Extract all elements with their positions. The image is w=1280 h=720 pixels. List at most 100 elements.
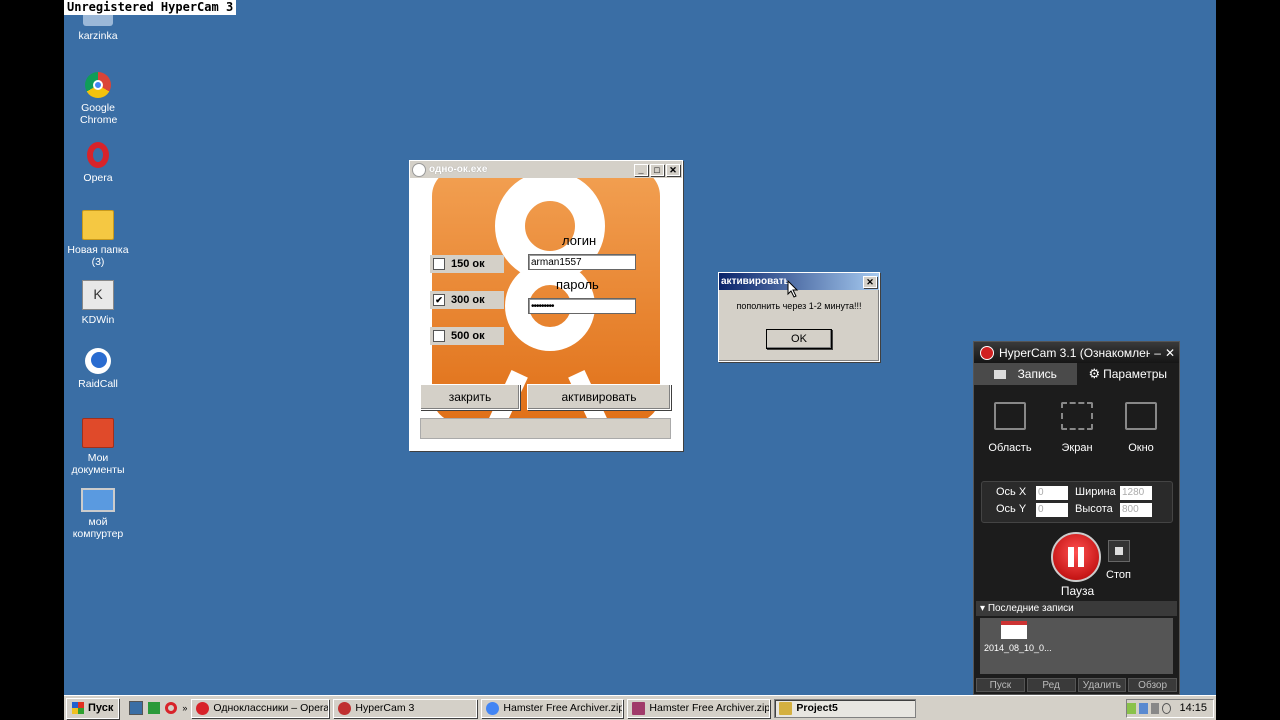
mode-label: Область xyxy=(988,442,1032,454)
activate-button[interactable]: активировать xyxy=(527,384,671,410)
desktop-icon-label: мой компуртер xyxy=(72,516,124,540)
stop-button[interactable] xyxy=(1108,540,1130,562)
option-150[interactable]: 150 ок xyxy=(430,255,504,273)
ok-window-title: одно-ок.exe xyxy=(429,164,488,175)
windows-logo-icon xyxy=(72,702,84,714)
progress-bar xyxy=(420,418,671,439)
taskbar-button-label: HyperCam 3 xyxy=(355,702,415,714)
folder-icon xyxy=(82,210,114,240)
start-button[interactable]: Пуск xyxy=(66,697,120,719)
pause-icon-bar xyxy=(1078,547,1084,567)
opera-quicklaunch-icon[interactable] xyxy=(165,702,178,714)
desktop-icon-raidcall[interactable]: RaidCall xyxy=(64,348,133,390)
mode-label: Экран xyxy=(1061,442,1093,454)
area-mode-icon xyxy=(994,402,1026,430)
tray-volume-icon[interactable] xyxy=(1150,702,1160,714)
show-desktop-icon[interactable] xyxy=(129,701,144,715)
footer-browse-button[interactable]: Обзор xyxy=(1128,678,1177,692)
footer-edit-button[interactable]: Ред xyxy=(1026,678,1076,692)
recent-list: 2014_08_10_0... xyxy=(980,618,1173,674)
close-button[interactable]: ✕ xyxy=(666,163,680,176)
taskbar-button-label: Одноклассники – Opera xyxy=(213,702,330,714)
tab-params[interactable]: ⚙ Параметры xyxy=(1077,363,1180,385)
chevron-right-icon[interactable]: » xyxy=(182,703,187,713)
taskbar-button-hypercam[interactable]: HyperCam 3 xyxy=(333,698,478,718)
dialog-close-button[interactable]: ✕ xyxy=(863,275,877,288)
axis-x-input[interactable]: 0 xyxy=(1036,486,1068,500)
pause-button[interactable] xyxy=(1051,532,1101,582)
password-field[interactable]: ••••••••• xyxy=(528,298,636,314)
recent-file-thumbnail[interactable] xyxy=(1001,621,1027,639)
checkbox-checked[interactable]: ✔ xyxy=(433,294,445,306)
axis-y-input[interactable]: 0 xyxy=(1036,503,1068,517)
dialog-ok-button[interactable]: OK xyxy=(766,329,832,349)
close-app-button[interactable]: закрить xyxy=(420,384,520,410)
chrome-icon xyxy=(486,701,500,715)
desktop-icon-new-folder[interactable]: Новая папка (3) xyxy=(64,210,133,268)
option-300[interactable]: ✔ 300 ок xyxy=(430,291,504,309)
mode-screen[interactable]: Экран xyxy=(1049,402,1105,454)
mode-label: Окно xyxy=(1128,442,1154,454)
right-black-bar xyxy=(1216,0,1280,720)
desktop-icon-my-computer[interactable]: мой компуртер xyxy=(64,488,133,540)
desktop-icon-kdwin[interactable]: K KDWin xyxy=(64,280,133,326)
ok-title-bar[interactable]: одно-ок.exe _ □ ✕ xyxy=(410,161,682,178)
kdwin-icon: K xyxy=(82,280,114,310)
hypercam-title-bar[interactable]: HyperCam 3.1 (Ознакомлен – ✕ xyxy=(974,342,1179,363)
footer-start-button[interactable]: Пуск xyxy=(976,678,1025,692)
maximize-button[interactable]: □ xyxy=(650,163,664,176)
option-label: 300 ок xyxy=(451,294,485,306)
checkbox[interactable] xyxy=(433,258,445,270)
height-label: Высота xyxy=(1075,503,1113,515)
axis-y-label: Ось Y xyxy=(996,503,1027,515)
tab-record[interactable]: Запись xyxy=(974,363,1077,385)
hypercam-icon xyxy=(338,701,352,715)
width-label: Ширина xyxy=(1075,486,1116,498)
desktop-icon-label: karzinka xyxy=(78,30,118,42)
mode-window[interactable]: Окно xyxy=(1113,402,1169,454)
dialog-title-bar[interactable]: активировать ✕ xyxy=(719,273,879,290)
minimize-button[interactable]: _ xyxy=(634,163,648,176)
desktop-icon-chrome[interactable]: Google Chrome xyxy=(64,72,133,126)
tray-network-icon[interactable] xyxy=(1138,702,1148,714)
start-label: Пуск xyxy=(88,702,114,714)
tab-label: Запись xyxy=(1017,367,1057,381)
ok-app-content: одно-ок.exe _ □ ✕ логин arman1557 пароль… xyxy=(410,161,682,450)
footer-delete-button[interactable]: Удалить xyxy=(1077,678,1127,692)
tray-app-icon[interactable] xyxy=(1127,702,1136,714)
checkbox[interactable] xyxy=(433,330,445,342)
desktop-icon-opera[interactable]: Opera xyxy=(64,142,133,184)
taskbar-button-opera[interactable]: Одноклассники – Opera xyxy=(191,698,330,718)
mode-area[interactable]: Область xyxy=(982,402,1038,454)
taskbar-button-archiver[interactable]: Hamster Free Archiver.zip... xyxy=(627,698,771,718)
stop-label: Стоп xyxy=(1106,569,1131,581)
stop-icon xyxy=(1115,547,1123,555)
hypercam-tabs: Запись ⚙ Параметры xyxy=(974,363,1179,385)
recent-file-name[interactable]: 2014_08_10_0... xyxy=(984,643,1052,653)
close-icon[interactable]: ✕ xyxy=(1165,346,1175,360)
screen-mode-icon xyxy=(1061,402,1093,430)
taskbar-button-chrome[interactable]: Hamster Free Archiver.zip... xyxy=(481,698,624,718)
clock[interactable]: 14:15 xyxy=(1179,702,1207,714)
taskbar-button-project5[interactable]: Project5 xyxy=(774,698,917,718)
tray-clock-icon[interactable] xyxy=(1162,702,1172,714)
ok-app-window: одно-ок.exe _ □ ✕ логин arman1557 пароль… xyxy=(409,160,683,451)
app-quicklaunch-icon[interactable] xyxy=(148,702,161,714)
desktop-icon-my-documents[interactable]: Мои документы xyxy=(64,418,133,476)
desktop-icon-label: Opera xyxy=(83,172,113,184)
taskbar-button-label: Hamster Free Archiver.zip... xyxy=(503,702,624,714)
option-500[interactable]: 500 ок xyxy=(430,327,504,345)
recent-header[interactable]: ▾ Последние записи xyxy=(976,601,1177,616)
activation-dialog: активировать ✕ пополнить через 1-2 минут… xyxy=(718,272,880,362)
height-input[interactable]: 800 xyxy=(1120,503,1152,517)
gear-icon: ⚙ xyxy=(1088,366,1101,381)
width-input[interactable]: 1280 xyxy=(1120,486,1152,500)
system-tray: 14:15 xyxy=(1126,698,1214,718)
hypercam-logo-icon xyxy=(980,345,994,360)
minimize-icon[interactable]: – xyxy=(1154,346,1161,360)
taskbar-button-label: Hamster Free Archiver.zip... xyxy=(649,702,771,714)
login-field[interactable]: arman1557 xyxy=(528,254,636,270)
option-label: 150 ок xyxy=(451,258,485,270)
tab-label: Параметры xyxy=(1103,367,1168,381)
coordinates-panel: Ось X 0 Ширина 1280 Ось Y 0 Высота 800 xyxy=(981,481,1173,523)
